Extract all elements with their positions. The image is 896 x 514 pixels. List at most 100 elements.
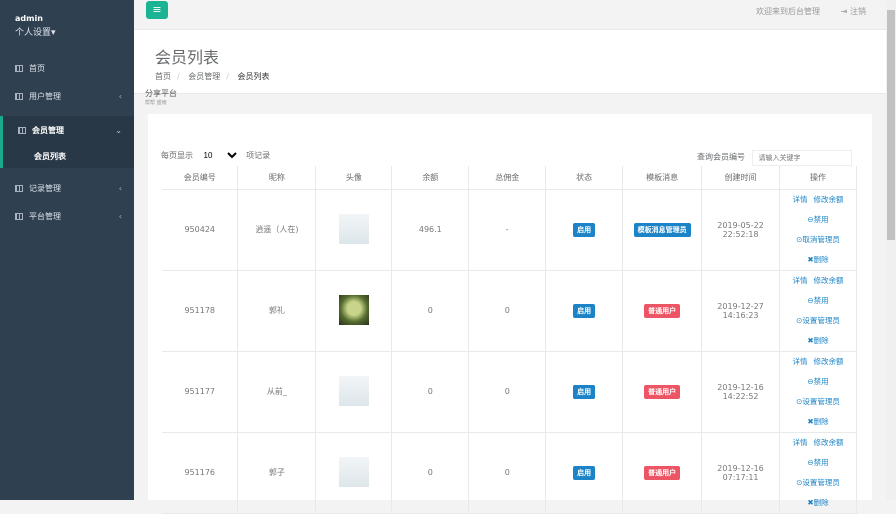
- balance: 0: [391, 270, 470, 352]
- member-id: 950424: [162, 189, 239, 271]
- created-clock: 14:22:52: [722, 391, 759, 401]
- admin-toggle-link[interactable]: ⊙取消管理员: [796, 232, 840, 248]
- member-id: 951176: [162, 432, 239, 514]
- sidebar-item-label: 平台管理: [29, 211, 61, 221]
- column-header[interactable]: 余额: [391, 166, 470, 190]
- sidebar-item-member-management[interactable]: 会员管理 ⌄: [3, 116, 134, 144]
- username: admin: [15, 14, 43, 23]
- column-header[interactable]: 会员编号: [162, 166, 239, 190]
- status-badge[interactable]: 启用: [573, 465, 596, 480]
- created-clock: 07:17:11: [722, 472, 759, 482]
- details-link[interactable]: 详情: [793, 273, 808, 289]
- breadcrumb-home[interactable]: 首页: [155, 72, 171, 81]
- role-badge[interactable]: 普通用户: [644, 465, 681, 480]
- avatar: [338, 294, 369, 325]
- logout-link[interactable]: ⇥ 注销: [841, 6, 866, 17]
- disable-link[interactable]: ⊖禁用: [807, 374, 828, 390]
- role-badge[interactable]: 普通用户: [644, 303, 681, 318]
- actions-cell: 详情 修改余额 ⊖禁用 ⊙设置管理员 ✖删除: [779, 432, 857, 514]
- column-header[interactable]: 模板消息: [622, 166, 703, 190]
- search-input[interactable]: [751, 150, 852, 166]
- balance: 0: [391, 432, 470, 514]
- avatar: [338, 375, 369, 406]
- personal-settings-dropdown[interactable]: 个人设置▾: [15, 25, 134, 38]
- column-header[interactable]: 状态: [545, 166, 624, 190]
- status-badge[interactable]: 启用: [573, 384, 596, 399]
- menu-toggle-button[interactable]: ≡: [146, 1, 168, 19]
- details-link[interactable]: 详情: [793, 354, 808, 370]
- sidebar-item-platform[interactable]: 平台管理 ‹: [0, 202, 134, 230]
- status-badge[interactable]: 启用: [573, 222, 596, 237]
- role-badge[interactable]: 模板消息管理员: [633, 222, 691, 237]
- sidebar-subitem-member-list[interactable]: 会员列表: [3, 144, 134, 168]
- nickname: 郭礼: [237, 270, 317, 352]
- disable-label: 禁用: [813, 376, 829, 386]
- sidebar-item-records[interactable]: 记录管理 ‹: [0, 174, 134, 202]
- created-date: 2019-12-27: [717, 301, 764, 311]
- status-badge[interactable]: 启用: [573, 303, 596, 318]
- admin-toggle-link[interactable]: ⊙设置管理员: [796, 475, 840, 491]
- column-header[interactable]: 创建时间: [701, 166, 781, 190]
- edit-balance-link[interactable]: 修改余额: [814, 354, 844, 370]
- created-time: 2019-12-16 07:17:11: [701, 432, 781, 514]
- nickname: 逍遥（人在): [237, 189, 317, 271]
- page-size-select[interactable]: 10: [199, 150, 240, 161]
- actions-cell: 详情 修改余额 ⊖禁用 ⊙设置管理员 ✖删除: [779, 270, 857, 352]
- delete-link[interactable]: ✖删除: [807, 333, 828, 349]
- delete-label: 删除: [813, 416, 829, 426]
- delete-link[interactable]: ✖删除: [807, 495, 828, 511]
- disable-link[interactable]: ⊖禁用: [807, 455, 828, 471]
- column-header[interactable]: 操作: [779, 166, 857, 190]
- sign-out-icon: ⇥: [840, 7, 850, 16]
- created-time: 2019-12-27 14:16:23: [701, 270, 781, 352]
- balance: 496.1: [391, 189, 470, 271]
- created-time: 2019-05-22 22:52:18: [701, 189, 781, 271]
- actions-cell: 详情 修改余额 ⊖禁用 ⊙取消管理员 ✖删除: [779, 189, 857, 271]
- sidebar: admin 个人设置▾ 首页 用户管理 ‹ 会员管理 ⌄ 会员列表 记录管理 ‹ 平台…: [0, 0, 134, 500]
- disable-link[interactable]: ⊖禁用: [807, 212, 828, 228]
- member-table-panel: 每页显示 10 项记录 查询会员编号 会员编号昵称头像余额总佣金状态模板消息创建…: [148, 114, 872, 514]
- created-date: 2019-12-16: [717, 463, 764, 473]
- chevron-left-icon: ‹: [118, 91, 122, 101]
- details-link[interactable]: 详情: [793, 435, 808, 451]
- balance: 0: [391, 351, 470, 433]
- grid-icon: [18, 126, 26, 134]
- details-link[interactable]: 详情: [793, 192, 808, 208]
- disable-label: 禁用: [813, 295, 829, 305]
- overlay-text: 分享平台: [145, 89, 177, 98]
- sidebar-item-label: 记录管理: [29, 183, 61, 193]
- created-time: 2019-12-16 14:22:52: [701, 351, 781, 433]
- page-scrollbar[interactable]: [886, 0, 896, 500]
- nickname: 郭子: [237, 432, 317, 514]
- sidebar-group-member-management: 会员管理 ⌄ 会员列表: [0, 116, 134, 168]
- admin-toggle-link[interactable]: ⊙设置管理员: [796, 394, 840, 410]
- member-id: 951178: [162, 270, 239, 352]
- table-row: 951177 从前_ 0 0 启用 普通用户 2019-12-16 14:22:5…: [162, 351, 857, 433]
- avatar: [338, 213, 369, 244]
- grid-icon: [15, 184, 23, 192]
- column-header[interactable]: 头像: [315, 166, 393, 190]
- admin-toggle-link[interactable]: ⊙设置管理员: [796, 313, 840, 329]
- edit-balance-link[interactable]: 修改余额: [814, 435, 844, 451]
- sidebar-item-user-management[interactable]: 用户管理 ‹: [0, 82, 134, 110]
- delete-label: 删除: [813, 254, 829, 264]
- column-header[interactable]: 昵称: [237, 166, 317, 190]
- role-badge[interactable]: 普通用户: [644, 384, 681, 399]
- page-length-control: 每页显示 10 项记录: [161, 150, 270, 161]
- table-row: 951178 郭礼 0 0 启用 普通用户 2019-12-27 14:16:23…: [162, 270, 857, 352]
- hamburger-icon: ≡: [152, 3, 162, 16]
- chevron-left-icon: ‹: [118, 211, 122, 221]
- delete-link[interactable]: ✖删除: [807, 414, 828, 430]
- grid-icon: [15, 64, 23, 72]
- overlay-small-text: 帮帮 盛雨: [145, 100, 167, 106]
- scrollbar-thumb[interactable]: [887, 10, 895, 240]
- breadcrumb-member-management[interactable]: 会员管理: [188, 72, 220, 81]
- disable-link[interactable]: ⊖禁用: [807, 293, 828, 309]
- column-header[interactable]: 总佣金: [468, 166, 547, 190]
- edit-balance-link[interactable]: 修改余额: [814, 273, 844, 289]
- edit-balance-link[interactable]: 修改余额: [814, 192, 844, 208]
- commission: 0: [468, 432, 547, 514]
- sidebar-item-home[interactable]: 首页: [0, 54, 134, 82]
- delete-link[interactable]: ✖删除: [807, 252, 828, 268]
- breadcrumb: 首页 / 会员管理 / 会员列表: [155, 72, 270, 81]
